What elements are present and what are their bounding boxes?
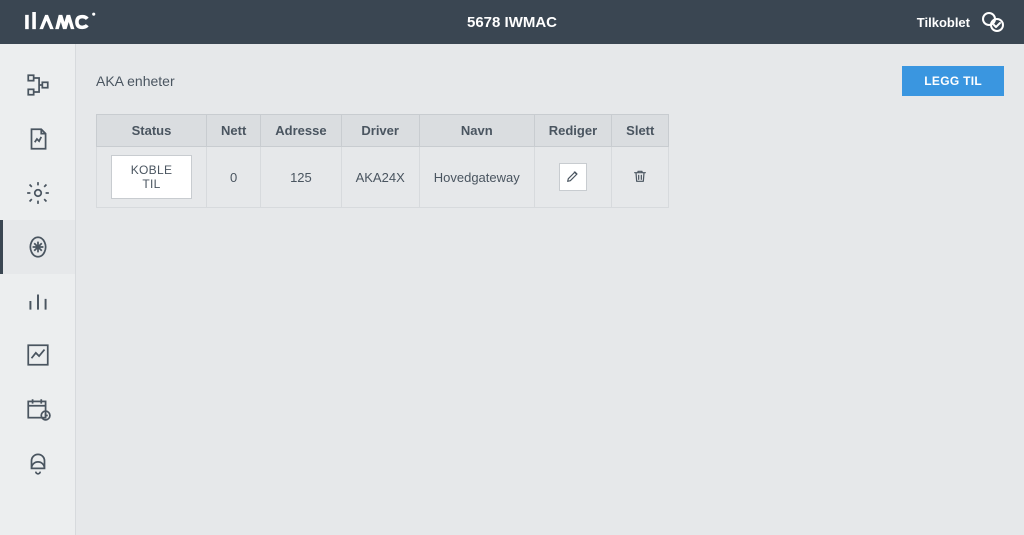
trash-icon <box>632 168 648 187</box>
app-header: 5678 IWMAC Tilkoblet <box>0 0 1024 44</box>
cell-nett: 0 <box>207 147 261 208</box>
delete-button[interactable] <box>626 163 654 191</box>
col-slett: Slett <box>612 115 669 147</box>
devices-table: Status Nett Adresse Driver Navn Rediger … <box>96 114 669 208</box>
sidebar-item-alerts[interactable] <box>0 436 75 490</box>
col-adresse: Adresse <box>261 115 341 147</box>
page-head: AKA enheter LEGG TIL <box>96 66 1004 96</box>
cell-driver: AKA24X <box>341 147 419 208</box>
sidebar-item-cooling[interactable] <box>0 220 75 274</box>
sidebar-item-topology[interactable] <box>0 58 75 112</box>
col-driver: Driver <box>341 115 419 147</box>
sidebar-item-reports[interactable] <box>0 112 75 166</box>
cell-navn: Hovedgateway <box>419 147 534 208</box>
connection-status-label: Tilkoblet <box>917 15 970 30</box>
table-header-row: Status Nett Adresse Driver Navn Rediger … <box>97 115 669 147</box>
edit-button[interactable] <box>559 163 587 191</box>
sidebar-item-trends[interactable] <box>0 328 75 382</box>
table-row: KOBLE TIL 0 125 AKA24X Hovedgateway <box>97 147 669 208</box>
sidebar <box>0 44 76 535</box>
col-navn: Navn <box>419 115 534 147</box>
add-button[interactable]: LEGG TIL <box>902 66 1004 96</box>
cell-edit <box>534 147 611 208</box>
sidebar-item-statistics[interactable] <box>0 274 75 328</box>
header-right: Tilkoblet <box>917 11 1006 33</box>
pencil-icon <box>565 168 581 187</box>
col-nett: Nett <box>207 115 261 147</box>
col-rediger: Rediger <box>534 115 611 147</box>
col-status: Status <box>97 115 207 147</box>
sidebar-item-settings[interactable] <box>0 166 75 220</box>
page-header-title: 5678 IWMAC <box>467 14 557 31</box>
connect-button[interactable]: KOBLE TIL <box>111 155 192 199</box>
sidebar-item-schedule[interactable] <box>0 382 75 436</box>
cell-adresse: 125 <box>261 147 341 208</box>
page-title: AKA enheter <box>96 73 175 89</box>
main-content: AKA enheter LEGG TIL Status Nett Adresse… <box>76 44 1024 535</box>
cell-status: KOBLE TIL <box>97 147 207 208</box>
brand-logo <box>18 12 118 32</box>
cell-delete <box>612 147 669 208</box>
connection-status-icon <box>980 11 1006 33</box>
